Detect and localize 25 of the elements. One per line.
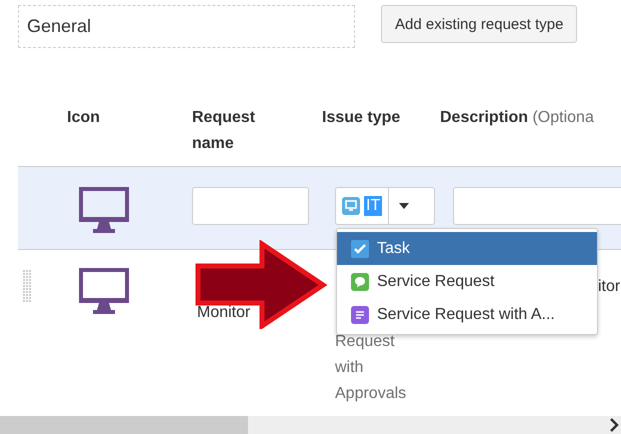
dropdown-option[interactable]: Service Request with A...: [337, 298, 597, 331]
column-header: Icon: [67, 108, 100, 128]
chevron-right-icon[interactable]: [609, 418, 619, 432]
dropdown-option[interactable]: Task: [337, 232, 597, 265]
table-cell-text: Request with Approvals: [335, 332, 408, 404]
checkbox-icon: [351, 240, 369, 258]
speech-bubble-icon: [351, 272, 369, 290]
column-header: Description (Optiona: [440, 109, 594, 126]
monitor-icon: [342, 197, 360, 215]
column-header: Issue type: [322, 109, 400, 126]
add-request-type-button[interactable]: Add existing request type: [381, 5, 578, 43]
monitor-icon: [78, 268, 128, 314]
dropdown-option[interactable]: Service Request: [337, 265, 597, 298]
table-cell-text: itor: [598, 277, 620, 297]
scrollbar-thumb[interactable]: [0, 416, 248, 434]
table-cell-text: Monitor: [197, 303, 250, 323]
column-header: Request name: [192, 108, 256, 154]
request-name-field[interactable]: [192, 187, 309, 225]
name-field[interactable]: General: [18, 5, 355, 48]
description-field[interactable]: [453, 187, 621, 225]
caret-icon: [399, 203, 410, 209]
horizontal-scrollbar[interactable]: [0, 416, 621, 434]
document-icon: [351, 306, 369, 324]
monitor-icon: [78, 187, 128, 233]
drag-handle-icon[interactable]: [23, 270, 32, 302]
